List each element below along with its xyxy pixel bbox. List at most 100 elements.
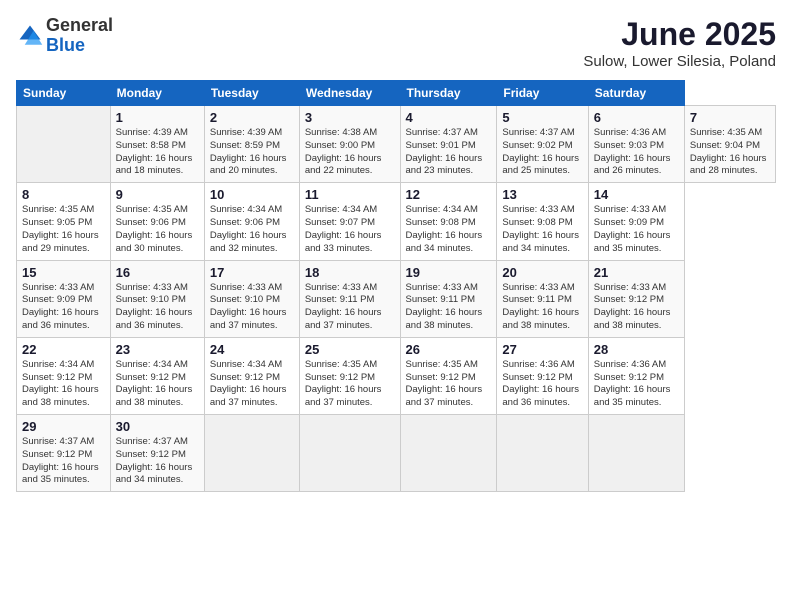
table-row: 20 Sunrise: 4:33 AMSunset: 9:11 PMDayligh… [497,260,588,337]
day-number: 13 [502,187,582,202]
table-row [17,106,111,183]
day-number: 1 [116,110,199,125]
day-info: Sunrise: 4:34 AMSunset: 9:07 PMDaylight:… [305,204,395,255]
day-info: Sunrise: 4:33 AMSunset: 9:09 PMDaylight:… [594,204,679,255]
day-number: 14 [594,187,679,202]
table-row: 15 Sunrise: 4:33 AMSunset: 9:09 PMDayligh… [17,260,111,337]
table-row: 25 Sunrise: 4:35 AMSunset: 9:12 PMDayligh… [299,337,400,414]
day-info: Sunrise: 4:34 AMSunset: 9:08 PMDaylight:… [406,204,492,255]
day-number: 29 [22,419,105,434]
day-info: Sunrise: 4:35 AMSunset: 9:12 PMDaylight:… [305,359,395,410]
table-row: 27 Sunrise: 4:36 AMSunset: 9:12 PMDayligh… [497,337,588,414]
table-row: 4 Sunrise: 4:37 AMSunset: 9:01 PMDaylight… [400,106,497,183]
day-number: 19 [406,265,492,280]
logo: General Blue [16,16,113,56]
day-number: 24 [210,342,294,357]
day-number: 26 [406,342,492,357]
day-number: 18 [305,265,395,280]
col-sunday: Sunday [17,81,111,106]
table-row [204,415,299,492]
table-row: 1Sunrise: 4:39 AMSunset: 8:58 PMDaylight… [110,106,204,183]
day-info: Sunrise: 4:37 AMSunset: 9:02 PMDaylight:… [502,127,582,178]
day-info: Sunrise: 4:34 AMSunset: 9:12 PMDaylight:… [22,359,105,410]
calendar-table: Sunday Monday Tuesday Wednesday Thursday… [16,80,776,492]
table-row: 9Sunrise: 4:35 AMSunset: 9:06 PMDaylight… [110,183,204,260]
day-info: Sunrise: 4:36 AMSunset: 9:12 PMDaylight:… [594,359,679,410]
day-info: Sunrise: 4:39 AMSunset: 8:59 PMDaylight:… [210,127,294,178]
day-number: 8 [22,187,105,202]
table-row: 13 Sunrise: 4:33 AMSunset: 9:08 PMDayligh… [497,183,588,260]
day-info: Sunrise: 4:37 AMSunset: 9:12 PMDaylight:… [22,436,105,487]
day-number: 25 [305,342,395,357]
day-number: 27 [502,342,582,357]
table-row: 17Sunrise: 4:33 AMSunset: 9:10 PMDayligh… [204,260,299,337]
table-row: 28 Sunrise: 4:36 AMSunset: 9:12 PMDayligh… [588,337,684,414]
day-info: Sunrise: 4:38 AMSunset: 9:00 PMDaylight:… [305,127,395,178]
day-number: 23 [116,342,199,357]
day-info: Sunrise: 4:33 AMSunset: 9:11 PMDaylight:… [305,282,395,333]
table-row: 10 Sunrise: 4:34 AMSunset: 9:06 PMDayligh… [204,183,299,260]
day-number: 9 [116,187,199,202]
day-info: Sunrise: 4:37 AMSunset: 9:01 PMDaylight:… [406,127,492,178]
table-row: 12Sunrise: 4:34 AMSunset: 9:08 PMDayligh… [400,183,497,260]
title-block: June 2025 Sulow, Lower Silesia, Poland [583,16,776,70]
table-row: 7 Sunrise: 4:35 AMSunset: 9:04 PMDaylight… [684,106,775,183]
table-row: 21 Sunrise: 4:33 AMSunset: 9:12 PMDayligh… [588,260,684,337]
calendar-header-row: Sunday Monday Tuesday Wednesday Thursday… [17,81,776,106]
col-tuesday: Tuesday [204,81,299,106]
day-number: 10 [210,187,294,202]
col-friday: Friday [497,81,588,106]
day-number: 6 [594,110,679,125]
day-info: Sunrise: 4:36 AMSunset: 9:03 PMDaylight:… [594,127,679,178]
table-row: 23 Sunrise: 4:34 AMSunset: 9:12 PMDayligh… [110,337,204,414]
table-row: 14 Sunrise: 4:33 AMSunset: 9:09 PMDayligh… [588,183,684,260]
day-number: 16 [116,265,199,280]
day-info: Sunrise: 4:34 AMSunset: 9:12 PMDaylight:… [210,359,294,410]
day-number: 21 [594,265,679,280]
calendar-title: June 2025 [583,16,776,53]
day-number: 5 [502,110,582,125]
day-info: Sunrise: 4:33 AMSunset: 9:11 PMDaylight:… [502,282,582,333]
col-thursday: Thursday [400,81,497,106]
day-info: Sunrise: 4:33 AMSunset: 9:08 PMDaylight:… [502,204,582,255]
col-saturday: Saturday [588,81,684,106]
table-row [299,415,400,492]
day-info: Sunrise: 4:37 AMSunset: 9:12 PMDaylight:… [116,436,199,487]
day-number: 7 [690,110,770,125]
logo-general: General [46,15,113,35]
table-row: 19Sunrise: 4:33 AMSunset: 9:11 PMDayligh… [400,260,497,337]
day-info: Sunrise: 4:34 AMSunset: 9:12 PMDaylight:… [116,359,199,410]
table-row: 24 Sunrise: 4:34 AMSunset: 9:12 PMDayligh… [204,337,299,414]
day-number: 3 [305,110,395,125]
day-info: Sunrise: 4:35 AMSunset: 9:12 PMDaylight:… [406,359,492,410]
table-row: 26 Sunrise: 4:35 AMSunset: 9:12 PMDayligh… [400,337,497,414]
day-info: Sunrise: 4:34 AMSunset: 9:06 PMDaylight:… [210,204,294,255]
day-number: 15 [22,265,105,280]
day-number: 20 [502,265,582,280]
day-info: Sunrise: 4:35 AMSunset: 9:05 PMDaylight:… [22,204,105,255]
page: General Blue June 2025 Sulow, Lower Sile… [0,0,792,612]
table-row: 8 Sunrise: 4:35 AMSunset: 9:05 PMDaylight… [17,183,111,260]
table-row: 16 Sunrise: 4:33 AMSunset: 9:10 PMDayligh… [110,260,204,337]
day-number: 4 [406,110,492,125]
calendar-subtitle: Sulow, Lower Silesia, Poland [583,53,776,70]
table-row: 11Sunrise: 4:34 AMSunset: 9:07 PMDayligh… [299,183,400,260]
table-row [400,415,497,492]
day-number: 28 [594,342,679,357]
day-info: Sunrise: 4:35 AMSunset: 9:04 PMDaylight:… [690,127,770,178]
logo-icon [16,22,44,50]
table-row [497,415,588,492]
day-info: Sunrise: 4:33 AMSunset: 9:09 PMDaylight:… [22,282,105,333]
table-row: 5 Sunrise: 4:37 AMSunset: 9:02 PMDaylight… [497,106,588,183]
day-info: Sunrise: 4:36 AMSunset: 9:12 PMDaylight:… [502,359,582,410]
table-row: 30Sunrise: 4:37 AMSunset: 9:12 PMDayligh… [110,415,204,492]
day-info: Sunrise: 4:33 AMSunset: 9:10 PMDaylight:… [116,282,199,333]
day-info: Sunrise: 4:33 AMSunset: 9:10 PMDaylight:… [210,282,294,333]
day-number: 2 [210,110,294,125]
day-number: 22 [22,342,105,357]
header: General Blue June 2025 Sulow, Lower Sile… [16,16,776,70]
table-row: 22 Sunrise: 4:34 AMSunset: 9:12 PMDayligh… [17,337,111,414]
day-info: Sunrise: 4:33 AMSunset: 9:12 PMDaylight:… [594,282,679,333]
table-row: 29 Sunrise: 4:37 AMSunset: 9:12 PMDayligh… [17,415,111,492]
table-row: 18 Sunrise: 4:33 AMSunset: 9:11 PMDayligh… [299,260,400,337]
